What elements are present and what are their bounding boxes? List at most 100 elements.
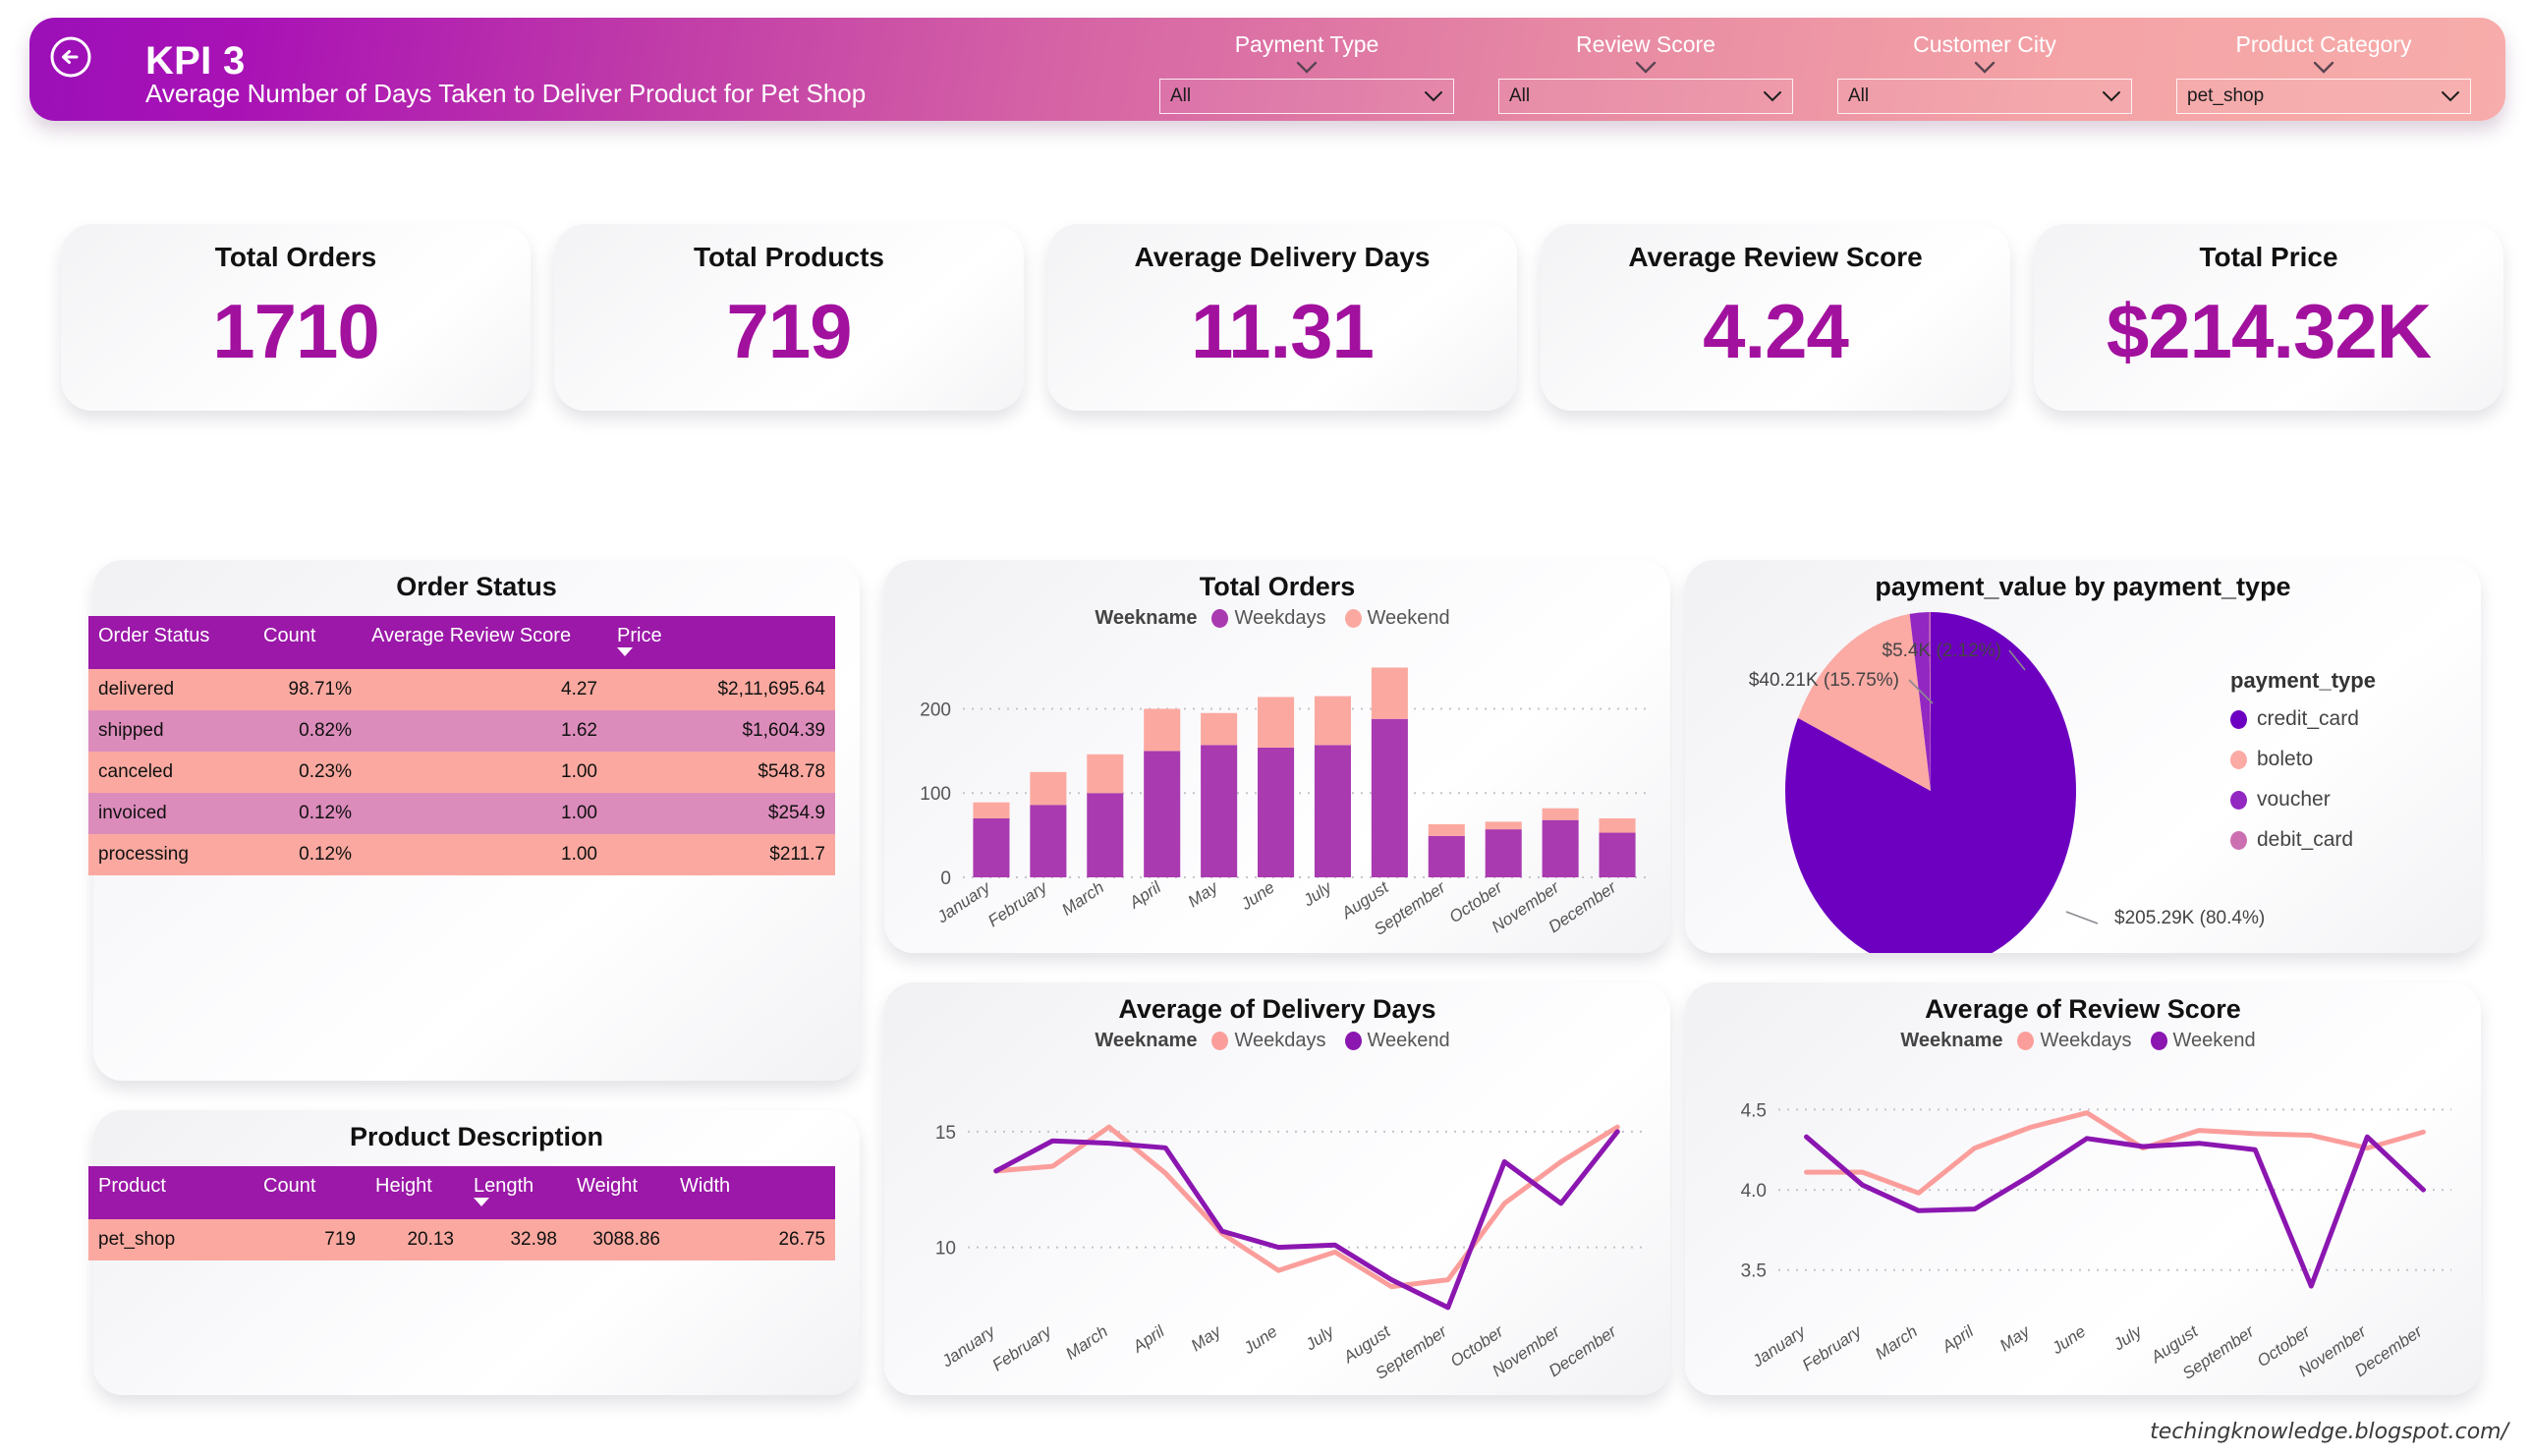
product-category-select[interactable]: pet_shop	[2176, 79, 2471, 114]
bar-segment-weekdays[interactable]	[1258, 747, 1295, 877]
bar-segment-weekdays[interactable]	[1542, 819, 1579, 877]
x-axis-tick-label: June	[2048, 1322, 2089, 1359]
kpi-label: Total Products	[694, 242, 884, 272]
table-cell: 1.62	[362, 710, 607, 752]
bar-segment-weekdays[interactable]	[1428, 835, 1465, 877]
line-series-weekend[interactable]	[1804, 1134, 2426, 1289]
total-orders-bar-chart[interactable]: 0100200JanuaryFebruary March April May June J…	[884, 560, 1670, 953]
legend-swatch	[2230, 750, 2247, 769]
kpi-card-average-delivery-days[interactable]: Average Delivery Days 11.31	[1047, 224, 1517, 411]
table-cell: 1.00	[362, 752, 607, 793]
bar-segment-weekend[interactable]	[1087, 754, 1124, 794]
review-score-line-chart[interactable]: 3.5 4.0 4.5 JanuaryFebruary March April May Jun…	[1685, 982, 2481, 1395]
table-row[interactable]: shipped 0.82% 1.62 $1,604.39	[88, 710, 835, 752]
chevron-down-icon[interactable]	[1974, 61, 1996, 74]
filter-product-category: Product Category pet_shop	[2176, 18, 2471, 121]
table-cell: 0.12%	[253, 793, 362, 834]
chevron-down-icon	[1424, 90, 1443, 102]
legend-swatch	[2230, 830, 2247, 850]
bar-segment-weekend[interactable]	[1144, 708, 1181, 752]
table-row[interactable]: canceled 0.23% 1.00 $548.78	[88, 752, 835, 793]
bar-segment-weekend[interactable]	[1428, 823, 1465, 836]
delivery-days-chart-panel: Average of Delivery Days Weekname Weekda…	[884, 982, 1670, 1395]
column-header-average-review-score[interactable]: Average Review Score	[362, 616, 607, 669]
bar-segment-weekdays[interactable]	[1144, 751, 1181, 877]
chevron-down-icon[interactable]	[1296, 61, 1318, 74]
legend-label: voucher	[2257, 788, 2331, 811]
y-axis-tick-label: 100	[920, 784, 951, 805]
x-axis-tick-label: January	[937, 1321, 999, 1372]
customer-city-select[interactable]: All	[1837, 79, 2132, 114]
bar-segment-weekdays[interactable]	[1599, 832, 1636, 877]
bar-segment-weekend[interactable]	[1485, 821, 1522, 830]
kpi-card-total-orders[interactable]: Total Orders 1710	[61, 224, 531, 411]
x-axis-tick-label: July	[1301, 1321, 1338, 1355]
line-series-weekdays[interactable]	[993, 1124, 1620, 1290]
panel-title: Product Description	[349, 1122, 604, 1151]
delivery-days-line-chart[interactable]: 10 15 JanuaryFebruary March April May June July…	[884, 982, 1670, 1395]
filter-customer-city: Customer City All	[1837, 18, 2132, 121]
product-description-table[interactable]: Product Count Height Length Weight Width…	[88, 1166, 835, 1260]
table-row[interactable]: processing 0.12% 1.00 $211.7	[88, 834, 835, 875]
bar-segment-weekdays[interactable]	[1030, 805, 1067, 877]
payment-type-select[interactable]: All	[1159, 79, 1454, 114]
bar-segment-weekend[interactable]	[1030, 771, 1067, 806]
order-status-table[interactable]: Order Status Count Average Review Score …	[88, 616, 835, 875]
bar-segment-weekend[interactable]	[1371, 667, 1408, 719]
column-header-height[interactable]: Height	[365, 1166, 464, 1219]
sort-descending-icon	[617, 647, 633, 656]
payment-value-pie-panel: payment_value by payment_type $205.29K (…	[1685, 560, 2481, 953]
bar-segment-weekdays[interactable]	[973, 817, 1010, 877]
column-header-order-status[interactable]: Order Status	[88, 616, 253, 669]
bar-segment-weekend[interactable]	[1258, 697, 1295, 748]
chevron-down-icon[interactable]	[1635, 61, 1657, 74]
table-row[interactable]: delivered 98.71% 4.27 $2,11,695.64	[88, 669, 835, 710]
column-header-length[interactable]: Length	[464, 1166, 567, 1219]
x-axis-tick-label: April	[1125, 877, 1165, 913]
kpi-value: 1710	[212, 288, 380, 374]
pie-data-label: $5.4K (2.12%)	[1883, 641, 2001, 661]
column-header-price[interactable]: Price	[607, 616, 835, 669]
legend-item-credit_card[interactable]: credit_card	[2230, 707, 2376, 731]
legend-item-voucher[interactable]: voucher	[2230, 788, 2376, 812]
bar-segment-weekdays[interactable]	[1371, 718, 1408, 877]
bar-segment-weekend[interactable]	[1599, 817, 1636, 833]
bar-segment-weekdays[interactable]	[1201, 745, 1238, 877]
column-header-product[interactable]: Product	[88, 1166, 253, 1219]
page-subtitle: Average Number of Days Taken to Deliver …	[145, 79, 867, 108]
bar-segment-weekdays[interactable]	[1087, 793, 1124, 877]
dashboard-page: KPI 3 Average Number of Days Taken to De…	[0, 0, 2530, 1456]
x-axis-tick-label: April	[1129, 1321, 1169, 1357]
legend-item-debit_card[interactable]: debit_card	[2230, 828, 2376, 852]
x-axis-tick-label: March	[1062, 1322, 1111, 1364]
bar-segment-weekend[interactable]	[1201, 712, 1238, 746]
review-score-select[interactable]: All	[1498, 79, 1793, 114]
review-score-chart-panel: Average of Review Score Weekname Weekday…	[1685, 982, 2481, 1395]
table-row[interactable]: pet_shop 719 20.13 32.98 3088.86 26.75	[88, 1219, 835, 1260]
column-header-width[interactable]: Width	[670, 1166, 835, 1219]
y-axis-tick-label: 4.5	[1741, 1100, 1767, 1121]
x-axis-tick-label: June	[1237, 878, 1278, 915]
x-axis-tick-label: February	[988, 1321, 1055, 1375]
bar-segment-weekend[interactable]	[1542, 808, 1579, 820]
kpi-card-total-products[interactable]: Total Products 719	[554, 224, 1024, 411]
bar-segment-weekend[interactable]	[973, 802, 1010, 818]
table-cell: 1.00	[362, 793, 607, 834]
back-arrow-circle-icon[interactable]	[49, 35, 92, 79]
column-header-weight[interactable]: Weight	[567, 1166, 670, 1219]
bar-segment-weekdays[interactable]	[1485, 829, 1522, 877]
bar-segment-weekdays[interactable]	[1314, 745, 1351, 877]
bar-segment-weekend[interactable]	[1314, 696, 1351, 746]
filter-payment-type: Payment Type All	[1159, 18, 1454, 121]
kpi-card-total-price[interactable]: Total Price $214.32K	[2034, 224, 2503, 411]
legend-item-boleto[interactable]: boleto	[2230, 748, 2376, 771]
kpi-card-average-review-score[interactable]: Average Review Score 4.24	[1541, 224, 2010, 411]
kpi-value: 4.24	[1703, 288, 1849, 374]
column-header-count[interactable]: Count	[253, 616, 362, 669]
chevron-down-icon[interactable]	[2313, 61, 2334, 74]
column-header-count[interactable]: Count	[253, 1166, 365, 1219]
table-row[interactable]: invoiced 0.12% 1.00 $254.9	[88, 793, 835, 834]
line-series-weekend[interactable]	[993, 1129, 1620, 1311]
line-series-weekdays[interactable]	[1804, 1110, 2426, 1196]
chevron-down-icon	[1763, 90, 1782, 102]
